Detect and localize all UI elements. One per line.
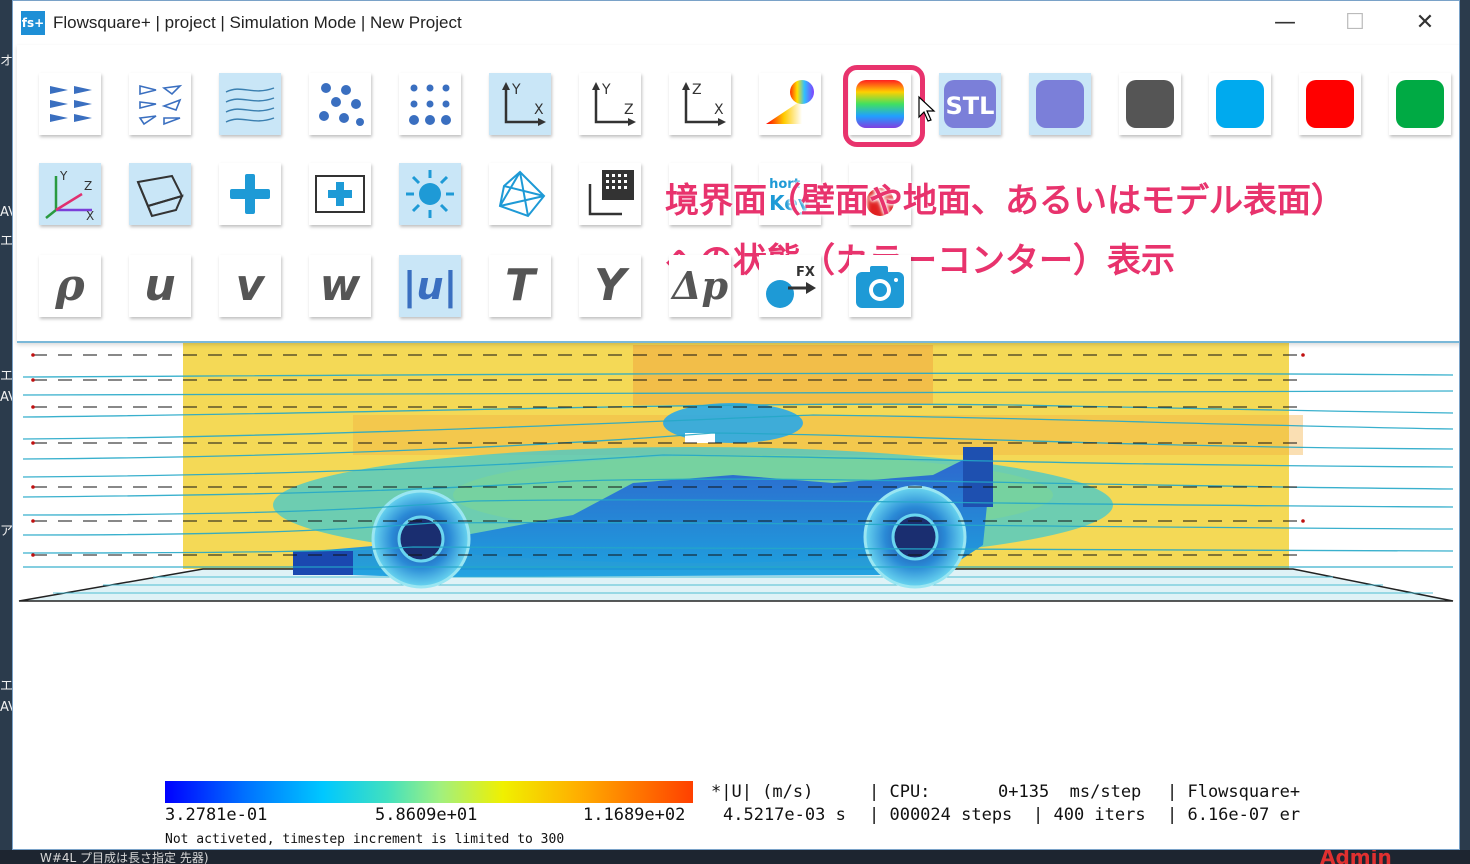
mouse-cursor-icon: [917, 95, 937, 127]
add-object-icon[interactable]: [219, 163, 281, 225]
camera-icon[interactable]: [849, 255, 911, 317]
add-box-icon[interactable]: [309, 163, 371, 225]
corner-text: Admin: [1320, 850, 1392, 864]
axis-label: X: [714, 102, 724, 118]
velocity-v-label: v: [235, 260, 265, 311]
axis-label: X: [534, 102, 544, 118]
color-purple-icon[interactable]: [1029, 73, 1091, 135]
desktop-right-strip: [1460, 0, 1470, 864]
velocity-u-label: u: [144, 260, 176, 311]
cpu-value: 0+135 ms/step: [998, 782, 1142, 802]
color-red-icon[interactable]: [1299, 73, 1361, 135]
velocity-magnitude-icon[interactable]: |u|: [399, 255, 461, 317]
legend-mid: 5.8609e+01: [375, 805, 478, 825]
app-label: | Flowsquare+: [1167, 782, 1301, 802]
view-yz-icon[interactable]: YZ: [579, 73, 641, 135]
window-title: Flowsquare+ | project | Simulation Mode …: [53, 13, 462, 32]
axes-3d-icon[interactable]: Y Z X: [39, 163, 101, 225]
density-label: ρ: [55, 260, 85, 311]
error-value: | 6.16e-07 er: [1167, 805, 1301, 825]
mass-fraction-label: Y: [594, 260, 626, 311]
velocity-magnitude-label: |u|: [402, 264, 458, 308]
annotation-line-1: 境界面（壁面や地面、あるいはモデル表面）: [665, 181, 1345, 221]
annotation-line-2: への状態（カラーコンター）表示: [665, 241, 1175, 281]
axis-label: Z: [84, 179, 92, 193]
axis-label: X: [86, 209, 94, 222]
cpu-label: | CPU:: [869, 782, 931, 802]
view-zx-icon[interactable]: ZX: [669, 73, 731, 135]
vector-arrows-icon[interactable]: [39, 73, 101, 135]
particles-grid-icon[interactable]: [399, 73, 461, 135]
color-legend-bar: [165, 781, 693, 803]
minimize-button[interactable]: —: [1265, 7, 1305, 39]
velocity-w-icon[interactable]: w: [309, 255, 371, 317]
status-note: Not activeted, timestep increment is lim…: [165, 832, 565, 847]
force-fx-label: FX: [796, 265, 815, 280]
density-icon[interactable]: ρ: [39, 255, 101, 317]
streamlines-icon[interactable]: [219, 73, 281, 135]
legend-max: 1.1689e+02: [583, 805, 686, 825]
title-bar: fs+ Flowsquare+ | project | Simulation M…: [13, 1, 1459, 45]
mass-fraction-icon[interactable]: Y: [579, 255, 641, 317]
force-fx-icon[interactable]: FX: [759, 255, 821, 317]
app-window: fs+ Flowsquare+ | project | Simulation M…: [12, 0, 1460, 850]
mesh-icon[interactable]: [489, 163, 551, 225]
desktop-left-strip: オ AV エ エ AV ア エ AV: [0, 0, 17, 864]
app-icon: fs+: [21, 11, 45, 35]
taskbar-text: W#4L プ目成は長さ指定 先器): [40, 851, 209, 864]
color-gray-icon[interactable]: [1119, 73, 1181, 135]
velocity-v-icon[interactable]: v: [219, 255, 281, 317]
taskbar: W#4L プ目成は長さ指定 先器) Admin: [0, 850, 1470, 864]
legend-min: 3.2781e-01: [165, 805, 268, 825]
maximize-button[interactable]: ☐: [1335, 7, 1375, 39]
axis-label: Y: [59, 169, 68, 183]
particles-random-icon[interactable]: [309, 73, 371, 135]
velocity-w-label: w: [319, 260, 361, 311]
pressure-difference-icon[interactable]: Δp: [669, 255, 731, 317]
view-yx-icon[interactable]: YX: [489, 73, 551, 135]
bounding-box-icon[interactable]: [129, 163, 191, 225]
lighting-icon[interactable]: [399, 163, 461, 225]
variable-label: *|U| (m/s): [711, 782, 814, 802]
temperature-label: T: [504, 260, 535, 311]
axis-label: Z: [624, 102, 634, 118]
pressure-difference-label: Δp: [671, 263, 729, 308]
colormap-icon[interactable]: [759, 73, 821, 135]
velocity-u-icon[interactable]: u: [129, 255, 191, 317]
temperature-icon[interactable]: T: [489, 255, 551, 317]
iter-count: | 400 iters: [1033, 805, 1146, 825]
color-green-icon[interactable]: [1389, 73, 1451, 135]
sim-time: 4.5217e-03 s: [723, 805, 846, 825]
grid-axes-icon[interactable]: [579, 163, 641, 225]
stl-label: STL: [946, 92, 995, 120]
icon-toolbar: YX YZ ZX STL Y Z X hort Key 境界面（壁面や地面、ある…: [17, 45, 1459, 343]
axis-label: Y: [511, 82, 521, 98]
axis-label: Z: [692, 82, 702, 98]
close-button[interactable]: ✕: [1405, 7, 1445, 39]
vector-outline-icon[interactable]: [129, 73, 191, 135]
axis-label: Y: [601, 82, 611, 98]
color-cyan-icon[interactable]: [1209, 73, 1271, 135]
step-count: | 000024 steps: [869, 805, 1013, 825]
highlight-ring: [843, 65, 925, 147]
stl-icon[interactable]: STL: [939, 73, 1001, 135]
